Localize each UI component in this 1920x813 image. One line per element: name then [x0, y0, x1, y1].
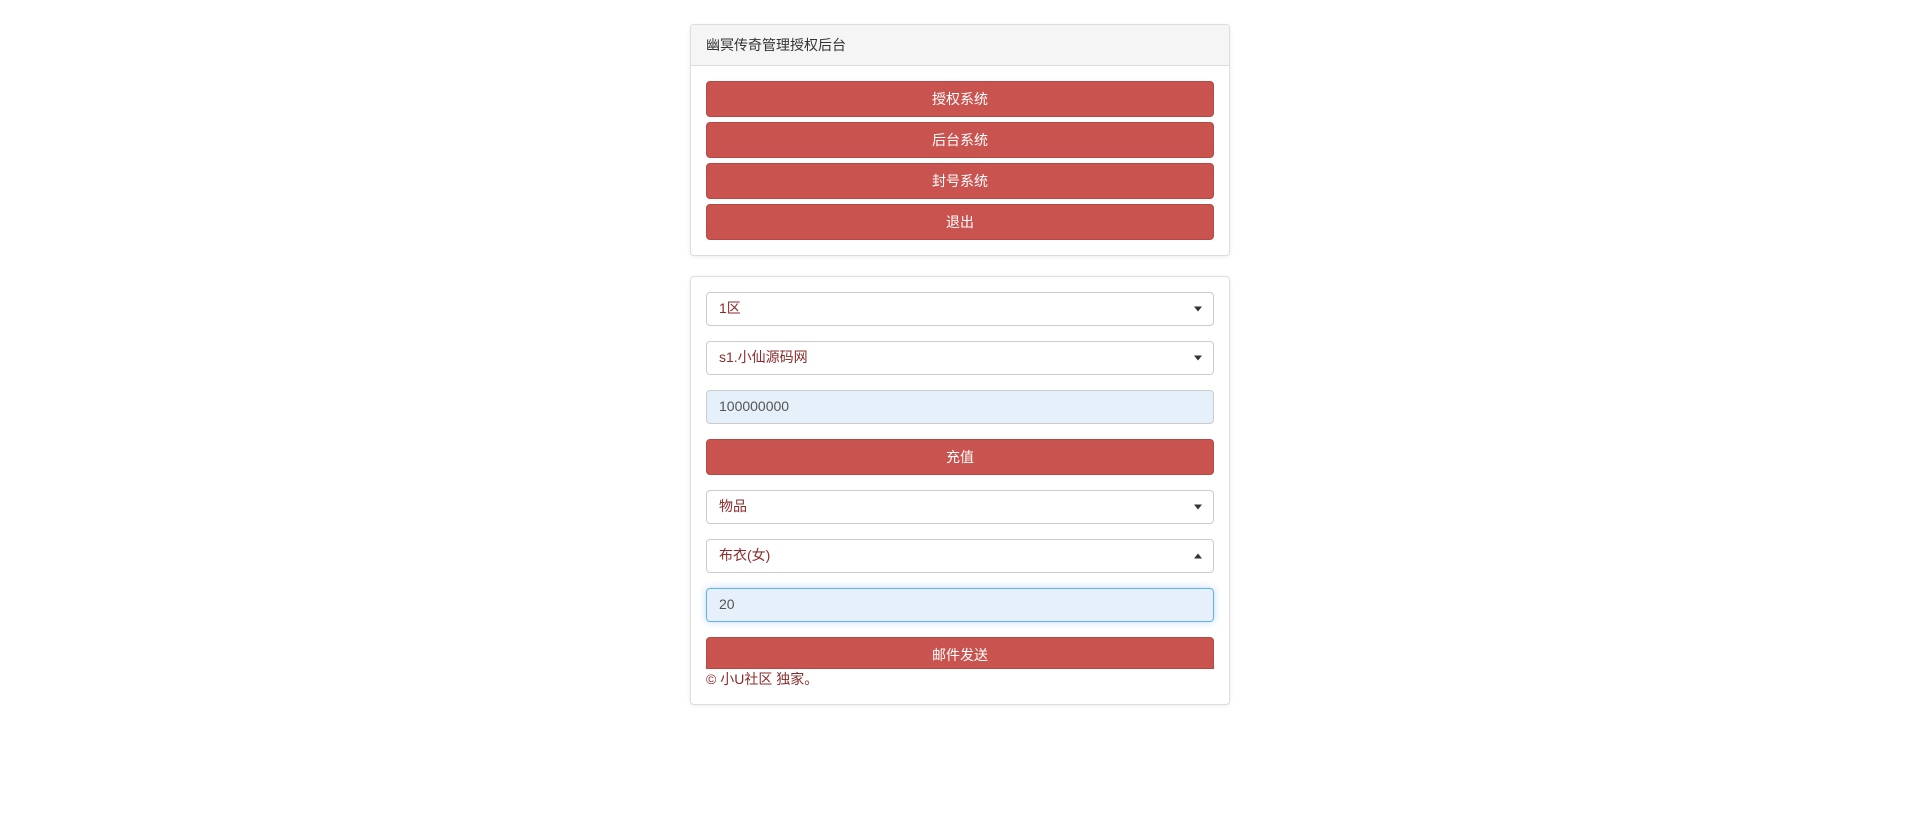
mail-item-select[interactable]: 布衣(女)	[706, 539, 1214, 573]
server-select-value: s1.小仙源码网	[706, 341, 1214, 375]
mail-quantity-input[interactable]	[706, 588, 1214, 622]
caret-up-icon	[1194, 553, 1202, 558]
caret-down-icon	[1194, 504, 1202, 509]
authorize-system-button[interactable]: 授权系统	[706, 81, 1214, 117]
recharge-amount-input[interactable]	[706, 390, 1214, 424]
caret-down-icon	[1194, 306, 1202, 311]
server-select[interactable]: s1.小仙源码网	[706, 341, 1214, 375]
caret-down-icon	[1194, 355, 1202, 360]
logout-button[interactable]: 退出	[706, 204, 1214, 240]
mail-item-select-value: 布衣(女)	[706, 539, 1214, 573]
recharge-button[interactable]: 充值	[706, 439, 1214, 475]
mail-type-select[interactable]: 物品	[706, 490, 1214, 524]
action-panel: 1区 s1.小仙源码网 充值 物品 布衣(女)	[690, 276, 1230, 705]
mail-type-select-value: 物品	[706, 490, 1214, 524]
zone-select[interactable]: 1区	[706, 292, 1214, 326]
nav-panel: 幽冥传奇管理授权后台 授权系统 后台系统 封号系统 退出	[690, 24, 1230, 256]
backend-system-button[interactable]: 后台系统	[706, 122, 1214, 158]
ban-system-button[interactable]: 封号系统	[706, 163, 1214, 199]
mail-send-button[interactable]: 邮件发送	[706, 637, 1214, 669]
zone-select-value: 1区	[706, 292, 1214, 326]
panel-title: 幽冥传奇管理授权后台	[691, 25, 1229, 66]
footer-text: © 小U社区 独家。	[691, 669, 1229, 704]
